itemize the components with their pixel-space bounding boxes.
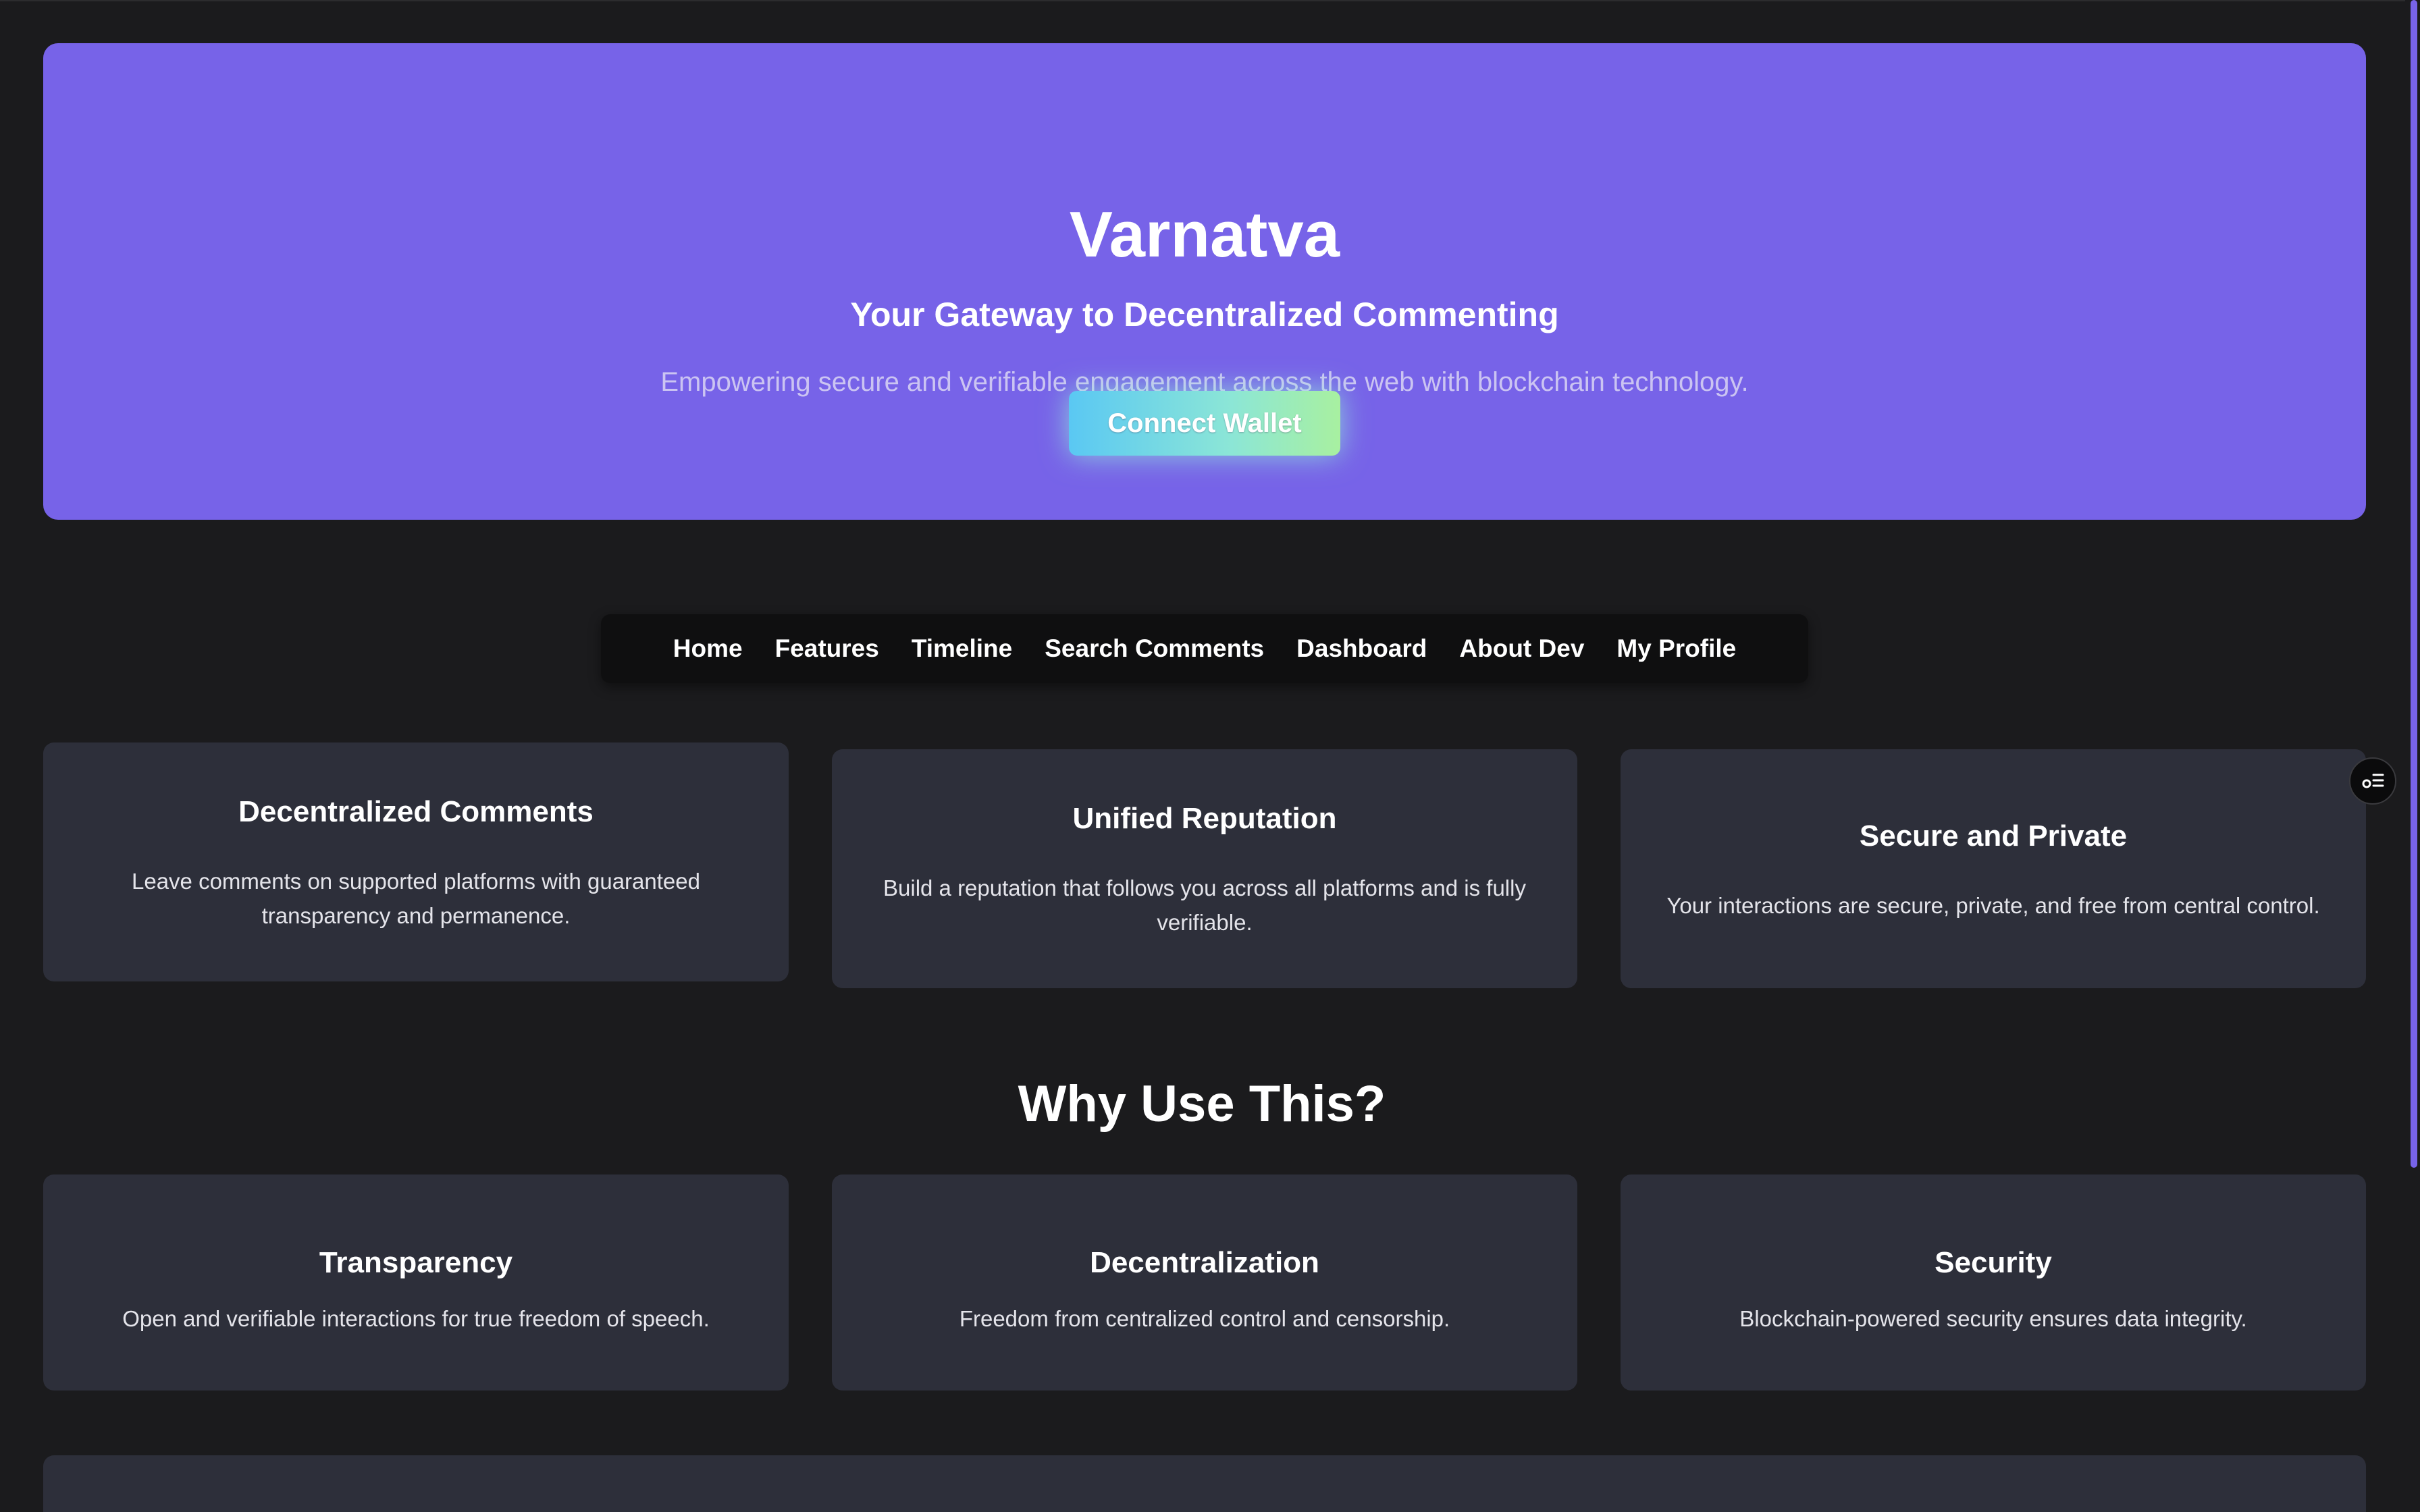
feature-card-unified-reputation: Unified Reputation Build a reputation th… bbox=[832, 749, 1577, 988]
feature-card-decentralized-comments: Decentralized Comments Leave comments on… bbox=[43, 742, 789, 981]
hero-banner: Varnatva Your Gateway to Decentralized C… bbox=[43, 43, 2366, 520]
why-card-title: Transparency bbox=[319, 1246, 513, 1279]
why-card-title: Decentralization bbox=[1090, 1246, 1319, 1279]
feature-card-text: Leave comments on supported platforms wi… bbox=[132, 869, 700, 928]
why-card-security: Security Blockchain-powered security ens… bbox=[1621, 1174, 2366, 1390]
why-card-transparency: Transparency Open and verifiable interac… bbox=[43, 1174, 789, 1390]
feature-card-title: Unified Reputation bbox=[1072, 802, 1337, 835]
top-edge bbox=[0, 0, 2420, 1]
scrollbar-thumb[interactable] bbox=[2411, 0, 2417, 1168]
main-nav: Home Features Timeline Search Comments D… bbox=[601, 614, 1808, 683]
feature-card-secure-and-private: Secure and Private Your interactions are… bbox=[1621, 749, 2366, 988]
feature-card-text: Build a reputation that follows you acro… bbox=[883, 875, 1526, 935]
nav-item-my-profile[interactable]: My Profile bbox=[1616, 634, 1736, 663]
feature-card-text: Your interactions are secure, private, a… bbox=[1666, 893, 2320, 918]
connect-wallet-button[interactable]: Connect Wallet bbox=[1069, 391, 1340, 456]
hero-subtitle: Your Gateway to Decentralized Commenting bbox=[850, 296, 1559, 333]
nav-item-home[interactable]: Home bbox=[673, 634, 743, 663]
next-section-card bbox=[43, 1455, 2366, 1512]
hero-title: Varnatva bbox=[1069, 198, 1340, 271]
why-card-text: Blockchain-powered security ensures data… bbox=[1739, 1306, 2247, 1331]
nav-item-dashboard[interactable]: Dashboard bbox=[1296, 634, 1427, 663]
nav-item-timeline[interactable]: Timeline bbox=[912, 634, 1012, 663]
why-section-title: Why Use This? bbox=[1018, 1075, 1386, 1133]
settings-list-icon bbox=[2362, 774, 2384, 788]
feature-card-title: Secure and Private bbox=[1859, 819, 2128, 853]
page-scrollbar[interactable] bbox=[2405, 0, 2420, 1512]
why-card-text: Freedom from centralized control and cen… bbox=[959, 1306, 1450, 1331]
nav-item-features[interactable]: Features bbox=[775, 634, 879, 663]
feature-card-title: Decentralized Comments bbox=[238, 795, 594, 828]
nav-item-about-dev[interactable]: About Dev bbox=[1459, 634, 1584, 663]
why-card-text: Open and verifiable interactions for tru… bbox=[122, 1306, 710, 1331]
why-card-decentralization: Decentralization Freedom from centralize… bbox=[832, 1174, 1577, 1390]
page: Varnatva Your Gateway to Decentralized C… bbox=[0, 0, 2420, 1512]
nav-item-search-comments[interactable]: Search Comments bbox=[1045, 634, 1264, 663]
why-card-title: Security bbox=[1935, 1246, 2052, 1279]
floating-settings-button[interactable] bbox=[2349, 757, 2396, 805]
